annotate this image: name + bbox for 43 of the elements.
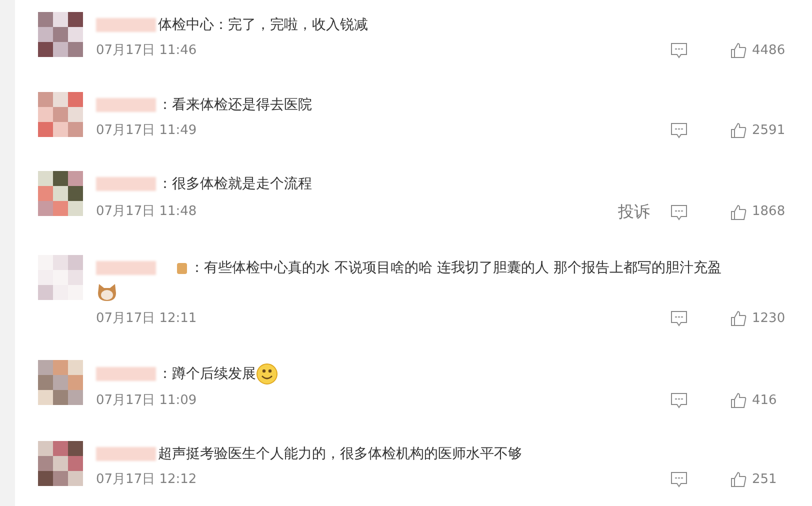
comment-text: ：有些体检中心真的水 不说项目啥的哈 连我切了胆囊的人 那个报告上都写的胆汁充盈	[190, 259, 722, 278]
comment-time: 07月17日 11:09	[96, 392, 198, 410]
reply-button[interactable]	[670, 122, 688, 139]
thumbs-up-icon	[730, 204, 747, 220]
comment-text: ：很多体检就是走个流程	[158, 175, 312, 194]
comment-text: 体检中心：完了，完啦，收入锐减	[158, 16, 368, 35]
blurred-username	[96, 98, 156, 112]
reply-button[interactable]	[670, 310, 688, 328]
like-button[interactable]: 4486	[730, 41, 786, 60]
blurred-username	[96, 177, 156, 191]
reply-button[interactable]	[670, 392, 688, 409]
thumbs-up-icon	[730, 471, 747, 488]
comment-icon	[670, 310, 688, 328]
comment-text: ：看来体检还是得去医院	[158, 96, 312, 114]
reply-button[interactable]	[670, 471, 688, 488]
thumbs-up-icon	[730, 310, 747, 328]
like-button[interactable]: 251	[730, 470, 786, 490]
reply-button[interactable]	[670, 204, 688, 220]
comment-text: ：蹲个后续发展	[158, 364, 256, 384]
comment-time: 07月17日 12:12	[96, 471, 198, 489]
reply-button[interactable]	[670, 42, 688, 60]
comment-icon	[670, 471, 688, 488]
comment-icon	[670, 122, 688, 139]
comment-icon	[670, 42, 688, 60]
blurred-username	[96, 261, 156, 275]
comment-icon	[670, 204, 688, 220]
thumbs-up-icon	[730, 42, 747, 60]
blurred-username	[96, 18, 156, 32]
comment-icon	[670, 392, 688, 409]
thumbs-up-icon	[730, 122, 747, 139]
thumbs-up-icon	[730, 392, 747, 409]
like-button[interactable]: 1230	[730, 309, 786, 328]
comment-time: 07月17日 11:48	[96, 203, 198, 222]
comment-text: 超声挺考验医生个人能力的，很多体检机构的医师水平不够	[158, 445, 522, 464]
blurred-username	[96, 447, 156, 461]
comment-time: 07月17日 12:11	[96, 310, 198, 328]
like-button[interactable]: 1868	[730, 202, 786, 222]
report-link[interactable]: 投诉	[618, 200, 650, 224]
comment-time: 07月17日 11:49	[96, 122, 198, 140]
comment-time: 07月17日 11:46	[96, 42, 198, 60]
blurred-username	[96, 366, 156, 380]
like-button[interactable]: 2591	[730, 120, 786, 140]
like-button[interactable]: 416	[730, 390, 786, 410]
